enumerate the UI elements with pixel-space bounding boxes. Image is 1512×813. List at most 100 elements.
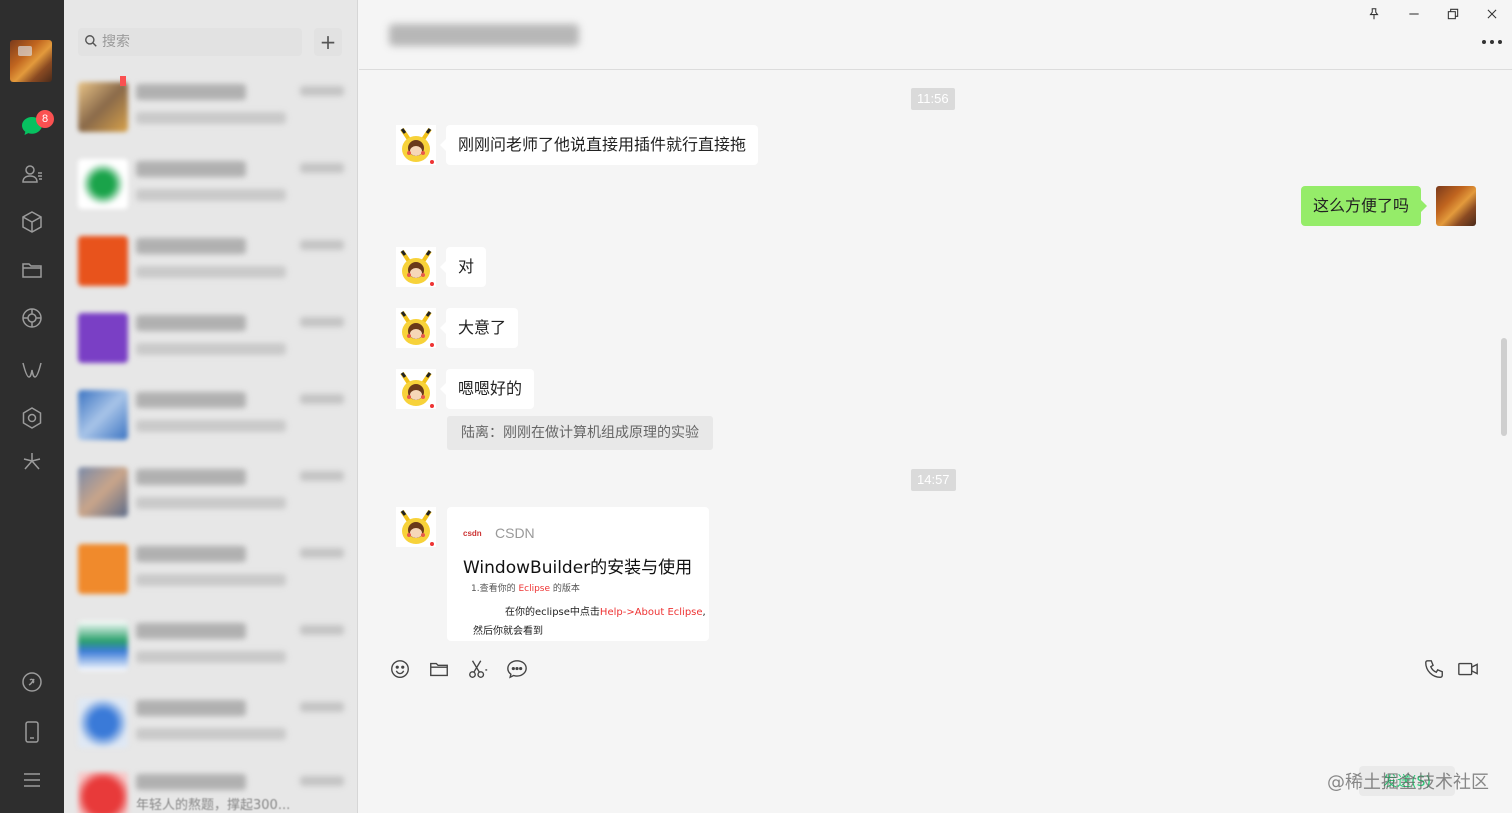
list-item[interactable] [64, 145, 357, 221]
contact-time [300, 548, 344, 558]
contact-avatar[interactable] [396, 369, 436, 409]
contact-name [136, 469, 246, 485]
add-button[interactable]: + [314, 28, 342, 56]
contact-name [136, 700, 246, 716]
timestamp: 14:57 [911, 469, 956, 491]
close-icon[interactable] [1479, 2, 1505, 26]
csdn-logo-icon: csdn [463, 528, 482, 538]
search-icon[interactable] [18, 448, 46, 476]
search-box[interactable] [78, 28, 302, 56]
contact-name [136, 161, 246, 177]
folder-icon[interactable] [426, 656, 452, 682]
card-source: csdn CSDN [463, 525, 535, 541]
chat-header [359, 0, 1512, 70]
more-icon[interactable] [1477, 30, 1507, 54]
contact-preview [136, 112, 286, 124]
contact-avatar[interactable] [396, 308, 436, 348]
contact-time [300, 471, 344, 481]
contact-name [136, 623, 246, 639]
contact-avatar [78, 544, 128, 594]
link-card[interactable]: csdn CSDN WindowBuilder的安装与使用 1.查看你的 Ecl… [447, 507, 709, 641]
contact-time [300, 86, 344, 96]
contact-avatar [78, 159, 128, 209]
favorites-icon[interactable] [18, 208, 46, 236]
mini-programs-icon[interactable] [18, 404, 46, 432]
contact-avatar[interactable] [396, 247, 436, 287]
restore-icon[interactable] [1440, 2, 1466, 26]
contact-avatar [78, 390, 128, 440]
message-bubble[interactable]: 嗯嗯好的 [439, 369, 535, 409]
contact-name [136, 315, 246, 331]
contact-avatar [78, 82, 128, 132]
contact-preview [136, 420, 286, 432]
emoji-icon[interactable] [387, 656, 413, 682]
minimize-icon[interactable] [1401, 2, 1427, 26]
contact-time [300, 394, 344, 404]
my-avatar[interactable] [1436, 186, 1476, 226]
contact-avatar [78, 698, 128, 748]
search-icon [84, 33, 98, 52]
contact-name [136, 238, 246, 254]
card-title: WindowBuilder的安装与使用 [463, 558, 693, 578]
conversation-list: + [64, 0, 358, 813]
timestamp: 11:56 [911, 88, 955, 110]
pin-icon[interactable] [1361, 2, 1387, 26]
list-item[interactable] [64, 222, 357, 298]
card-source-name: CSDN [495, 525, 535, 541]
contact-name [136, 392, 246, 408]
contact-avatar [78, 467, 128, 517]
quoted-message[interactable]: 陆离：刚刚在做计算机组成原理的实验 [447, 416, 713, 450]
unread-badge: 8 [36, 110, 54, 128]
contact-avatar [78, 621, 128, 671]
list-item[interactable] [64, 607, 357, 683]
card-snippet-line: 然后你就会看到 [473, 626, 543, 637]
contact-avatar[interactable] [396, 507, 436, 547]
phone-icon[interactable] [18, 668, 46, 696]
list-item[interactable] [64, 299, 357, 375]
contact-preview [136, 574, 286, 586]
contact-time [300, 317, 344, 327]
chat-scrollbar[interactable] [1501, 338, 1507, 436]
contact-avatar[interactable] [396, 125, 436, 165]
contact-avatar [78, 236, 128, 286]
list-item[interactable] [64, 453, 357, 529]
contact-avatar [78, 772, 128, 813]
watermark: @稀土掘金技术社区 [1327, 772, 1489, 793]
list-item[interactable] [64, 68, 357, 144]
contact-time [300, 625, 344, 635]
message-bubble[interactable]: 刚刚问老师了他说直接用插件就行直接拖 [439, 125, 759, 165]
files-icon[interactable] [18, 256, 46, 284]
channels-icon[interactable] [18, 356, 46, 384]
chat-title [389, 24, 579, 46]
contact-time [300, 776, 344, 786]
contact-preview: 年轻人的熬题，撑起300... [136, 798, 291, 813]
card-snippet-line: 在你的eclipse中点击Help->About Eclipse, [505, 607, 706, 618]
list-item[interactable]: 年轻人的熬题，撑起300... [64, 758, 357, 813]
message-bubble[interactable]: 大意了 [439, 308, 519, 348]
contact-name [136, 84, 246, 100]
contact-preview [136, 266, 286, 278]
moments-icon[interactable] [18, 304, 46, 332]
card-snippet-line: 1.查看你的 Eclipse 的版本 [471, 584, 580, 594]
list-item[interactable] [64, 684, 357, 760]
search-input[interactable] [102, 34, 292, 50]
chat-history-icon[interactable] [504, 656, 530, 682]
contact-time [300, 163, 344, 173]
user-avatar[interactable] [10, 40, 52, 82]
left-rail: 8 [0, 0, 64, 813]
list-item[interactable] [64, 530, 357, 606]
scissors-icon[interactable] [465, 656, 491, 682]
message-bubble[interactable]: 这么方便了吗 [1301, 186, 1428, 226]
contact-name [136, 774, 246, 790]
mobile-icon[interactable] [18, 718, 46, 746]
list-item[interactable] [64, 376, 357, 452]
message-bubble[interactable]: 对 [439, 247, 487, 287]
unread-dot [120, 76, 126, 86]
contact-preview [136, 651, 286, 663]
voice-call-icon[interactable] [1421, 656, 1447, 682]
menu-icon[interactable] [18, 766, 46, 794]
contacts-icon[interactable] [18, 160, 46, 188]
video-call-icon[interactable] [1455, 656, 1481, 682]
contact-name [136, 546, 246, 562]
contact-time [300, 240, 344, 250]
